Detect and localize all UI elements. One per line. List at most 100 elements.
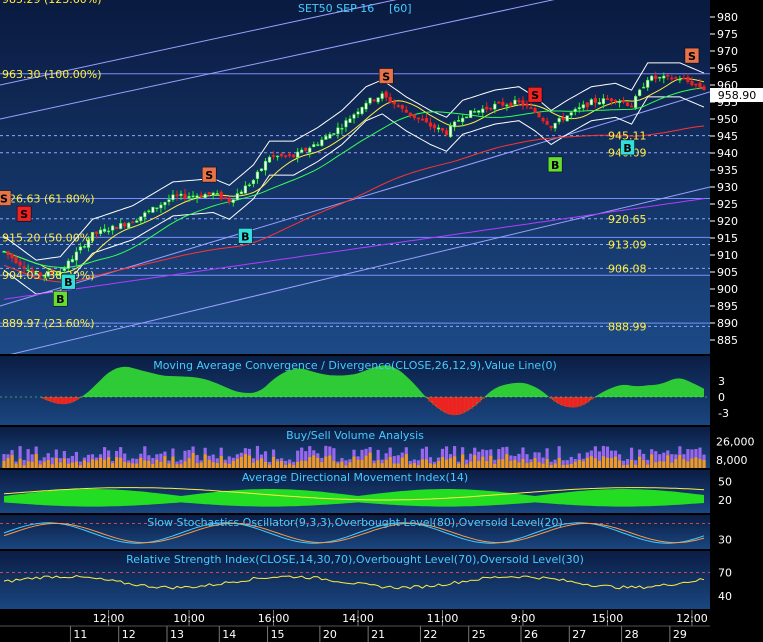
macd-negative-bar: [440, 397, 445, 412]
candle-body: [159, 204, 163, 209]
candle-body: [473, 111, 477, 113]
candle-body: [332, 133, 336, 135]
candle-body: [666, 74, 670, 77]
volume-buy-bar: [694, 457, 698, 468]
x-day-label: 26: [524, 628, 538, 641]
macd-negative-bar: [585, 397, 590, 403]
volume-buy-bar: [175, 464, 179, 468]
fib-label: 889.97 (23.60%): [2, 317, 95, 330]
volume-buy-bar: [183, 461, 187, 468]
volume-buy-bar: [340, 461, 344, 468]
candle-body: [452, 121, 457, 128]
volume-buy-bar: [94, 460, 99, 468]
volume-buy-bar: [58, 462, 62, 468]
candle-body: [6, 251, 10, 255]
volume-buy-bar: [356, 459, 360, 468]
candle-body: [448, 125, 453, 138]
volume-buy-bar: [420, 459, 424, 468]
y-tick-label: 945: [717, 130, 738, 143]
volume-buy-bar: [251, 462, 256, 468]
volume-buy-bar: [629, 459, 634, 468]
volume-buy-bar: [292, 465, 296, 468]
volume-buy-bar: [62, 458, 66, 468]
candle-body: [78, 246, 83, 251]
volume-buy-bar: [360, 459, 364, 468]
volume-buy-bar: [18, 458, 22, 468]
candle-body: [513, 99, 517, 105]
volume-buy-bar: [179, 464, 183, 468]
y-tick-label: 915: [717, 232, 738, 245]
volume-buy-bar: [597, 460, 602, 468]
candle-body: [545, 121, 549, 125]
volume-buy-bar: [86, 462, 91, 468]
volume-buy-bar: [440, 457, 445, 468]
volume-buy-bar: [30, 461, 34, 468]
y-tick-label: 890: [717, 317, 738, 330]
candle-body: [175, 194, 179, 197]
volume-buy-bar: [634, 464, 638, 468]
signal-label: B: [64, 276, 72, 289]
macd-negative-bar: [58, 397, 63, 404]
macd-tick-label: 3: [718, 375, 725, 388]
rsi-tick-label: 70: [718, 567, 732, 580]
macd-negative-bar: [54, 397, 59, 404]
volume-buy-bar: [497, 459, 501, 468]
volume-buy-bar: [621, 465, 626, 468]
y-tick-label: 905: [717, 266, 738, 279]
adx-tick-label: 20: [718, 494, 732, 507]
candle-body: [82, 246, 87, 248]
volume-buy-bar: [613, 456, 618, 468]
volume-buy-bar: [573, 461, 577, 468]
macd-negative-bar: [70, 397, 75, 403]
candle-body: [517, 100, 521, 103]
macd-negative-bar: [577, 397, 582, 407]
fib-label: 926.63 (61.80%): [2, 192, 95, 205]
candle-body: [380, 93, 384, 99]
volume-buy-bar: [432, 464, 437, 468]
macd-negative-bar: [62, 397, 67, 405]
volume-buy-bar: [151, 463, 155, 468]
candle-body: [650, 75, 654, 81]
candle-body: [396, 105, 400, 107]
volume-buy-bar: [106, 457, 111, 468]
signal-label: S: [20, 208, 28, 221]
chart-canvas: 9809759709659609559509459409359309259209…: [0, 0, 763, 642]
volume-buy-bar: [187, 458, 191, 468]
volume-buy-bar: [533, 458, 537, 468]
volume-buy-bar: [78, 465, 83, 468]
candle-body: [702, 86, 706, 90]
candle-body: [167, 199, 171, 202]
volume-buy-bar: [545, 458, 549, 468]
x-day-label: 27: [572, 628, 586, 641]
candle-body: [106, 230, 111, 233]
volume-buy-bar: [557, 457, 561, 468]
volume-buy-bar: [6, 458, 10, 468]
candle-body: [279, 153, 284, 157]
candle-body: [171, 194, 175, 201]
candle-body: [638, 89, 642, 96]
volume-buy-bar: [416, 465, 420, 468]
candle-body: [634, 96, 638, 108]
candle-body: [501, 101, 505, 106]
candle-body: [284, 155, 288, 157]
candle-body: [456, 120, 461, 122]
y-tick-label: 965: [717, 62, 738, 75]
candle-body: [469, 110, 473, 118]
volume-buy-bar: [658, 461, 662, 468]
candle-body: [123, 223, 127, 227]
volume-buy-bar: [541, 463, 545, 468]
candle-body: [581, 104, 585, 109]
macd-negative-bar: [50, 397, 55, 403]
volume-buy-bar: [392, 463, 396, 468]
price-level-label: 920.65: [608, 213, 647, 226]
candle-body: [348, 118, 352, 123]
volume-buy-bar: [561, 464, 565, 468]
candle-body: [143, 212, 147, 218]
candle-body: [412, 114, 416, 118]
volume-buy-bar: [525, 463, 529, 468]
candle-body: [340, 128, 344, 130]
volume-buy-bar: [678, 455, 682, 468]
volume-title: Buy/Sell Volume Analysis: [286, 429, 424, 442]
candle-body: [493, 103, 497, 110]
macd-negative-bar: [428, 397, 433, 402]
